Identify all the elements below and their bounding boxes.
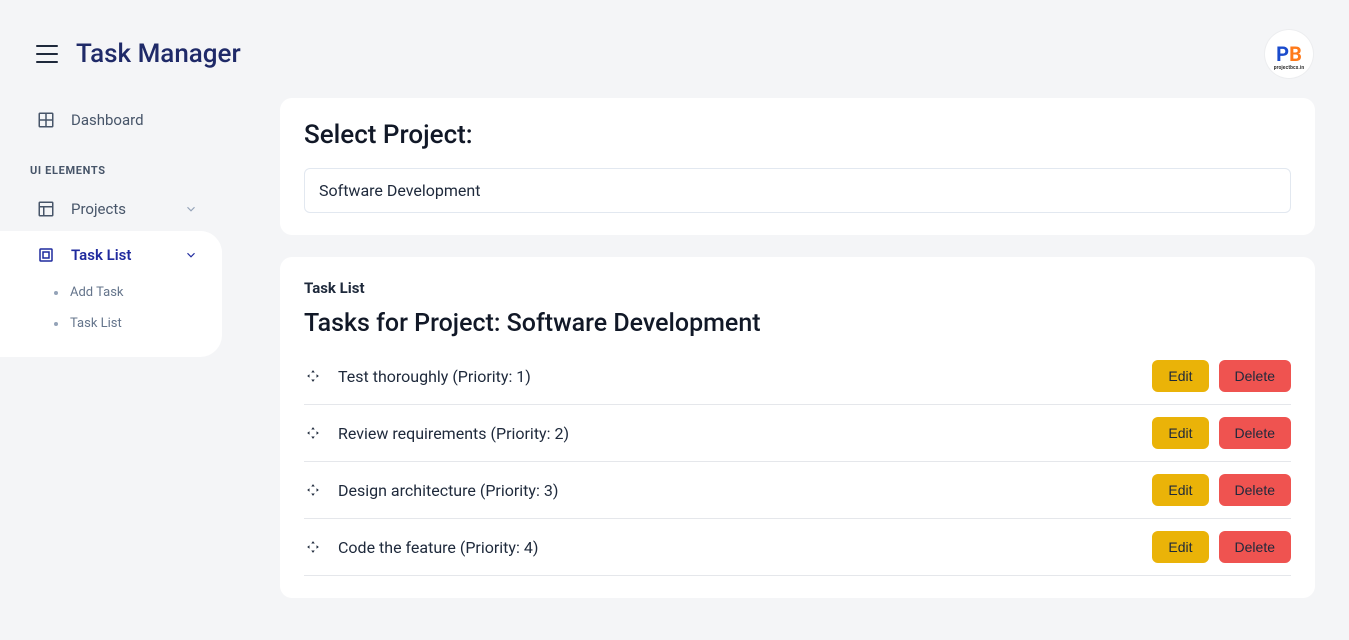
task-row: Code the feature (Priority: 4) Edit Dele… xyxy=(304,519,1291,576)
delete-button[interactable]: Delete xyxy=(1219,474,1291,506)
select-project-title: Select Project: xyxy=(304,120,1291,150)
sidebar-item-dashboard[interactable]: Dashboard xyxy=(0,98,222,142)
edit-button[interactable]: Edit xyxy=(1152,474,1208,506)
menu-toggle-icon[interactable] xyxy=(36,45,58,63)
sidebar: Dashboard UI ELEMENTS Projects Task List xyxy=(0,98,222,640)
task-list-subtitle: Task List xyxy=(304,279,1291,297)
sidebar-subitem-task-list[interactable]: Task List xyxy=(0,308,222,339)
tasks-heading: Tasks for Project: Software Development xyxy=(304,309,1291,338)
delete-button[interactable]: Delete xyxy=(1219,360,1291,392)
task-list-card: Task List Tasks for Project: Software De… xyxy=(280,257,1315,598)
drag-handle-icon[interactable] xyxy=(304,424,322,442)
edit-button[interactable]: Edit xyxy=(1152,360,1208,392)
drag-handle-icon[interactable] xyxy=(304,481,322,499)
project-select-value: Software Development xyxy=(319,181,480,200)
task-row: Review requirements (Priority: 2) Edit D… xyxy=(304,405,1291,462)
sidebar-section-label: UI ELEMENTS xyxy=(0,142,222,187)
task-label: Code the feature (Priority: 4) xyxy=(338,538,1142,557)
sidebar-item-label: Dashboard xyxy=(71,111,144,129)
avatar-subtext: projectbcs.in xyxy=(1274,65,1305,71)
sidebar-item-label: Projects xyxy=(71,200,126,218)
task-label: Design architecture (Priority: 3) xyxy=(338,481,1142,500)
delete-button[interactable]: Delete xyxy=(1219,531,1291,563)
avatar-letter-p: P xyxy=(1276,42,1289,66)
drag-handle-icon[interactable] xyxy=(304,367,322,385)
chevron-down-icon xyxy=(184,248,198,262)
sidebar-item-tasklist[interactable]: Task List xyxy=(0,231,222,279)
task-row: Design architecture (Priority: 3) Edit D… xyxy=(304,462,1291,519)
sidebar-item-label: Task List xyxy=(71,246,131,264)
sidebar-item-projects[interactable]: Projects xyxy=(0,187,222,231)
sidebar-subitem-label: Task List xyxy=(70,316,122,331)
select-project-card: Select Project: Software Development xyxy=(280,98,1315,235)
task-icon xyxy=(36,245,56,265)
task-label: Test thoroughly (Priority: 1) xyxy=(338,367,1142,386)
project-select[interactable]: Software Development xyxy=(304,168,1291,213)
app-title: Task Manager xyxy=(76,39,241,69)
drag-handle-icon[interactable] xyxy=(304,538,322,556)
chevron-down-icon xyxy=(184,202,198,216)
layout-icon xyxy=(36,199,56,219)
task-label: Review requirements (Priority: 2) xyxy=(338,424,1142,443)
sidebar-subitem-add-task[interactable]: Add Task xyxy=(0,277,222,308)
avatar-letter-b: B xyxy=(1289,42,1302,66)
avatar[interactable]: PB projectbcs.in xyxy=(1265,30,1313,78)
grid-icon xyxy=(36,110,56,130)
edit-button[interactable]: Edit xyxy=(1152,531,1208,563)
sidebar-subitem-label: Add Task xyxy=(70,285,124,300)
edit-button[interactable]: Edit xyxy=(1152,417,1208,449)
delete-button[interactable]: Delete xyxy=(1219,417,1291,449)
task-row: Test thoroughly (Priority: 1) Edit Delet… xyxy=(304,348,1291,405)
